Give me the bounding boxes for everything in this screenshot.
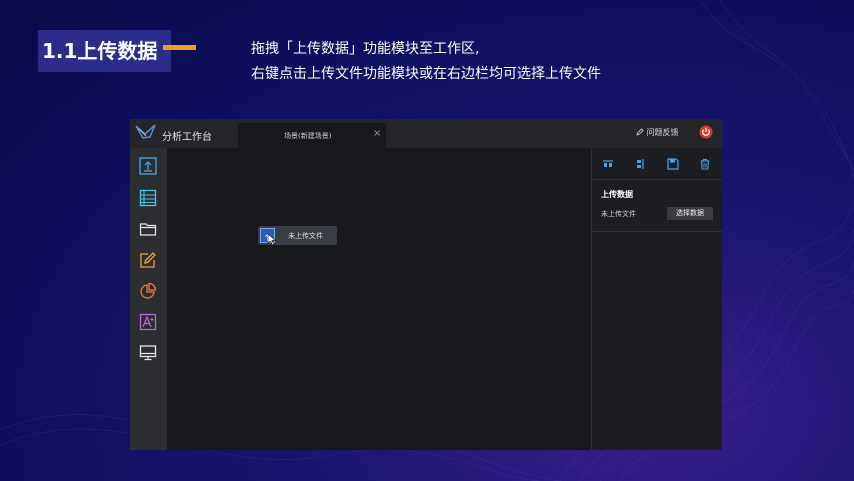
app-title: 分析工作台 [162, 132, 212, 143]
power-icon[interactable] [699, 125, 713, 139]
text-style-icon[interactable] [139, 313, 157, 331]
trash-icon[interactable] [699, 158, 711, 170]
panel-heading: 上传数据 [601, 190, 633, 199]
upload-data-node[interactable]: 未上传文件 [258, 226, 337, 246]
workspace-canvas[interactable]: 未上传文件 [167, 148, 591, 450]
feedback-button[interactable]: 问题反馈 [636, 127, 679, 138]
edit-icon[interactable] [139, 251, 157, 269]
app-logo-icon [135, 124, 156, 139]
monitor-icon[interactable] [139, 344, 157, 362]
feedback-label: 问题反馈 [646, 128, 679, 137]
align-vertical-icon[interactable] [634, 158, 646, 170]
instruction-line-2: 右键点击上传文件功能模块或在右边栏均可选择上传文件 [251, 66, 601, 82]
tab-close-icon[interactable]: × [373, 128, 381, 139]
panel-divider [592, 231, 722, 232]
app-window: 分析工作台 场景(新建场景) × 问题反馈 未上传文件 上传数据 未上传文件 选… [130, 119, 722, 450]
tab-scene[interactable]: 场景(新建场景) × [238, 123, 386, 148]
heading-accent-bar [163, 45, 196, 50]
panel-upload-status: 未上传文件 [601, 210, 636, 218]
tab-label: 场景(新建场景) [284, 132, 332, 140]
node-label: 未上传文件 [288, 232, 323, 240]
align-top-icon[interactable] [602, 158, 614, 170]
table-icon[interactable] [139, 189, 157, 207]
left-toolbar [130, 148, 167, 450]
save-icon[interactable] [667, 158, 679, 170]
instruction-line-1: 拖拽「上传数据」功能模块至工作区, [251, 41, 480, 57]
slide-heading: 1.1上传数据 [42, 39, 158, 63]
pie-chart-icon[interactable] [139, 282, 157, 300]
mouse-cursor-icon [267, 233, 277, 246]
folder-icon[interactable] [139, 220, 157, 238]
top-bar: 分析工作台 场景(新建场景) × 问题反馈 [130, 119, 722, 148]
right-panel: 上传数据 未上传文件 选择数据 [591, 148, 722, 450]
pencil-icon [636, 128, 644, 136]
select-data-button[interactable]: 选择数据 [667, 207, 713, 220]
panel-divider [592, 179, 722, 180]
upload-icon[interactable] [139, 157, 157, 175]
